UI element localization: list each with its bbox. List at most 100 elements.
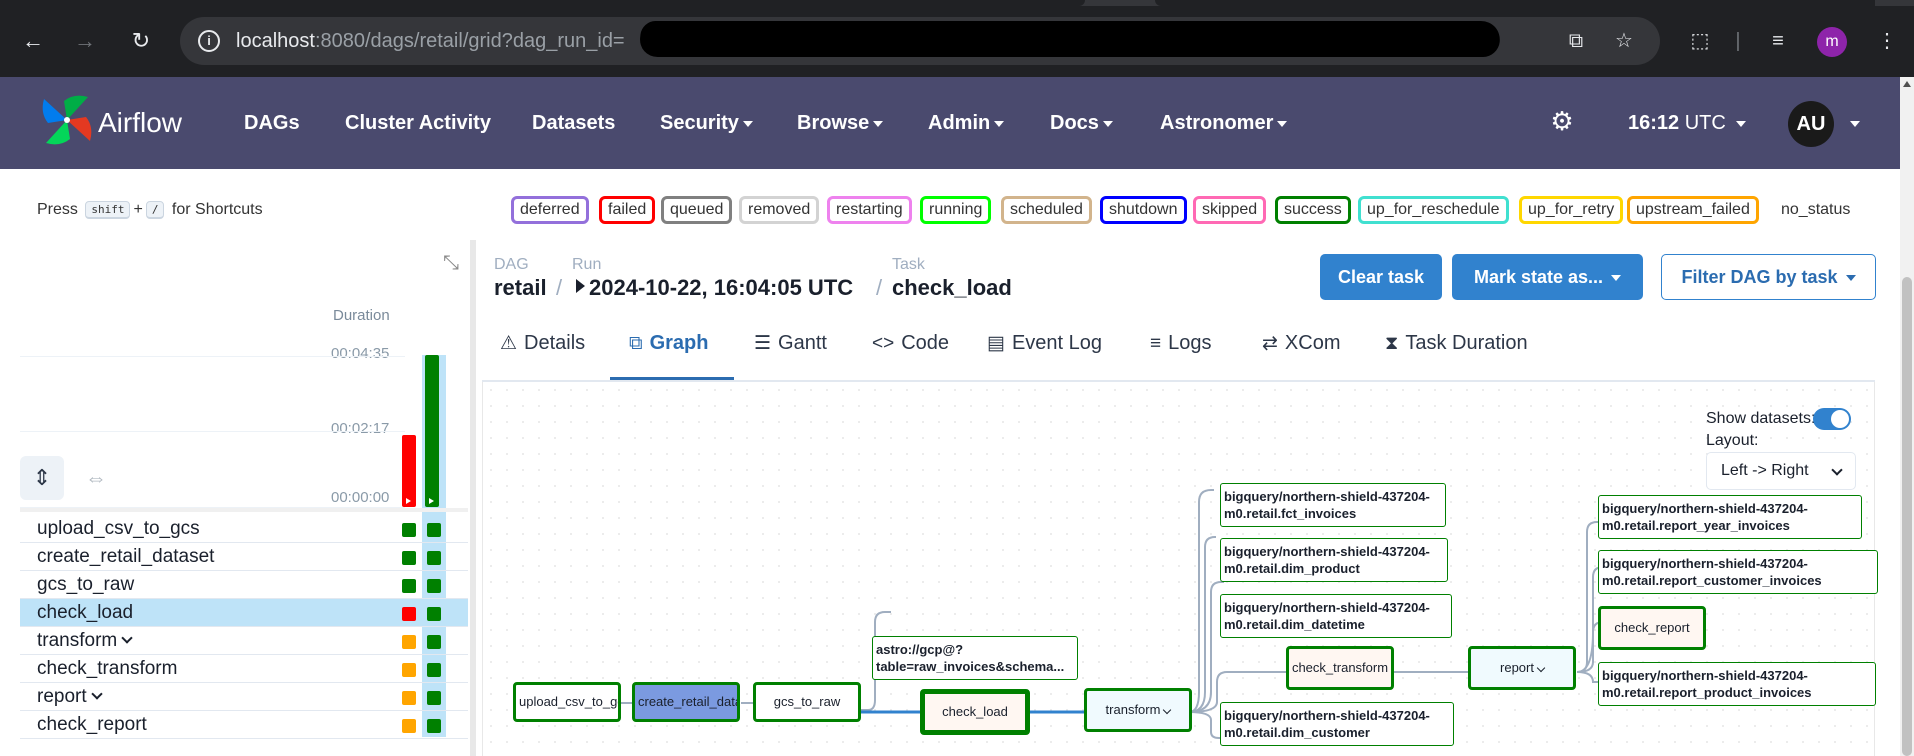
node-upload-csv-to-gcs[interactable]: upload_csv_to_gcs: [513, 682, 621, 722]
bookmark-star-icon[interactable]: ☆: [1612, 29, 1636, 53]
task-instance-status[interactable]: [402, 607, 416, 621]
legend-scheduled[interactable]: scheduled: [1001, 196, 1092, 224]
node-check-load[interactable]: check_load: [920, 689, 1030, 735]
task-instance-status[interactable]: [427, 719, 441, 733]
node-dataset-dim-product[interactable]: bigquery/northern-shield-437204-m0.retai…: [1220, 538, 1448, 582]
site-info-icon[interactable]: i: [198, 30, 220, 52]
nav-browse[interactable]: Browse: [797, 112, 884, 135]
chevron-down-icon[interactable]: [90, 688, 103, 700]
task-instance-status[interactable]: [402, 579, 416, 593]
legend-deferred[interactable]: deferred: [511, 196, 589, 224]
brand-name[interactable]: Airflow: [98, 107, 182, 139]
nav-astronomer[interactable]: Astronomer: [1160, 112, 1288, 135]
legend-failed[interactable]: failed: [599, 196, 656, 224]
mark-state-button[interactable]: Mark state as...: [1452, 254, 1643, 300]
task-instance-status[interactable]: [402, 663, 416, 677]
chevron-down-icon[interactable]: [1850, 121, 1860, 127]
nav-security[interactable]: Security: [660, 112, 753, 135]
node-check-transform[interactable]: check_transform: [1286, 646, 1394, 690]
node-dataset-report-product[interactable]: bigquery/northern-shield-437204-m0.retai…: [1598, 662, 1876, 706]
node-dataset-fct-invoices[interactable]: bigquery/northern-shield-437204-m0.retai…: [1220, 483, 1446, 527]
nav-docs[interactable]: Docs: [1050, 112, 1113, 135]
forward-arrow-icon[interactable]: →: [70, 26, 100, 56]
task-row-upload-csv-to-gcs[interactable]: upload_csv_to_gcs: [20, 515, 468, 543]
legend-shutdown[interactable]: shutdown: [1100, 196, 1187, 224]
task-instance-status[interactable]: [427, 579, 441, 593]
node-dataset-report-year[interactable]: bigquery/northern-shield-437204-m0.retai…: [1598, 495, 1862, 539]
task-row-check-transform[interactable]: check_transform: [20, 655, 468, 683]
expand-all-icon[interactable]: ⇕: [20, 456, 64, 500]
breadcrumb-dag-value[interactable]: retail: [494, 275, 547, 301]
url-text[interactable]: localhost:8080/dags/retail/grid?dag_run_…: [236, 30, 625, 53]
task-instance-status[interactable]: [402, 523, 416, 537]
collapse-all-icon[interactable]: ⇔: [74, 456, 118, 500]
translate-icon[interactable]: ⧉: [1564, 29, 1588, 53]
node-create-retail-dataset[interactable]: create_retail_dataset: [632, 682, 740, 722]
tab-details[interactable]: ⚠ Details: [500, 332, 585, 355]
breadcrumb-task-value[interactable]: check_load: [892, 275, 1012, 301]
layout-select[interactable]: Left -> Right: [1706, 452, 1856, 490]
media-queue-icon[interactable]: ≡: [1763, 26, 1793, 56]
panel-resize-handle[interactable]: [470, 240, 476, 756]
clear-task-button[interactable]: Clear task: [1320, 254, 1442, 300]
run-duration-bar[interactable]: [425, 355, 439, 507]
node-report-group[interactable]: report: [1468, 646, 1576, 690]
task-row-create-retail-dataset[interactable]: create_retail_dataset: [20, 543, 468, 571]
task-instance-status[interactable]: [427, 523, 441, 537]
task-instance-status[interactable]: [402, 551, 416, 565]
legend-up-for-reschedule[interactable]: up_for_reschedule: [1358, 196, 1509, 224]
task-row-check-report[interactable]: check_report: [20, 711, 468, 739]
show-datasets-toggle[interactable]: [1813, 408, 1851, 430]
node-gcs-to-raw[interactable]: gcs_to_raw: [753, 682, 861, 722]
legend-upstream-failed[interactable]: upstream_failed: [1627, 196, 1759, 224]
legend-skipped[interactable]: skipped: [1193, 196, 1267, 224]
task-instance-status[interactable]: [402, 635, 416, 649]
task-instance-status[interactable]: [427, 635, 441, 649]
task-row-report[interactable]: report: [20, 683, 468, 711]
legend-up-for-retry[interactable]: up_for_retry: [1519, 196, 1624, 224]
task-row-gcs-to-raw[interactable]: gcs_to_raw: [20, 571, 468, 599]
profile-avatar[interactable]: m: [1817, 27, 1847, 57]
back-arrow-icon[interactable]: ←: [18, 26, 48, 56]
legend-success[interactable]: success: [1275, 196, 1351, 224]
nav-datasets[interactable]: Datasets: [532, 112, 615, 135]
scroll-up-arrow-icon[interactable]: [1903, 81, 1911, 87]
nav-dags[interactable]: DAGs: [244, 112, 300, 135]
tab-graph[interactable]: ⧉ Graph: [629, 332, 708, 355]
tab-code[interactable]: <> Code: [872, 332, 949, 355]
task-row-transform[interactable]: transform: [20, 627, 468, 655]
extensions-icon[interactable]: ⬚: [1685, 26, 1715, 56]
tab-event-log[interactable]: ▤ Event Log: [987, 332, 1102, 355]
nav-cluster-activity[interactable]: Cluster Activity: [345, 112, 491, 135]
node-dataset-dim-customer[interactable]: bigquery/northern-shield-437204-m0.retai…: [1220, 702, 1454, 746]
collapse-panel-icon[interactable]: ⤡: [440, 252, 462, 274]
legend-restarting[interactable]: restarting: [827, 196, 912, 224]
task-instance-status[interactable]: [427, 663, 441, 677]
tab-logs[interactable]: ≡ Logs: [1150, 332, 1211, 355]
page-scrollbar[interactable]: [1900, 77, 1914, 756]
tab-gantt[interactable]: ☰ Gantt: [754, 332, 827, 355]
legend-queued[interactable]: queued: [661, 196, 733, 224]
tab-xcom[interactable]: ⇄ XCom: [1262, 332, 1341, 355]
gear-icon[interactable]: ⚙: [1548, 107, 1576, 135]
breadcrumb-run-value[interactable]: 2024-10-22, 16:04:05 UTC: [576, 275, 853, 301]
task-instance-status[interactable]: [427, 551, 441, 565]
node-dataset-dim-datetime[interactable]: bigquery/northern-shield-437204-m0.retai…: [1220, 594, 1452, 638]
task-row-check-load[interactable]: check_load: [20, 599, 468, 627]
run-duration-bar[interactable]: [402, 435, 416, 507]
clock-timezone-menu[interactable]: 16:12 UTC: [1628, 112, 1746, 135]
address-bar[interactable]: i localhost:8080/dags/retail/grid?dag_ru…: [180, 17, 1660, 65]
task-instance-status[interactable]: [402, 691, 416, 705]
kebab-menu-icon[interactable]: ⋮: [1872, 26, 1902, 56]
task-instance-status[interactable]: [402, 719, 416, 733]
nav-admin[interactable]: Admin: [928, 112, 1005, 135]
node-dataset-raw-invoices[interactable]: astro://gcp@?table=raw_invoices&schema..…: [872, 636, 1078, 680]
legend-no-status[interactable]: no_status: [1772, 196, 1860, 224]
node-dataset-report-customer[interactable]: bigquery/northern-shield-437204-m0.retai…: [1598, 550, 1878, 594]
dag-graph-canvas[interactable]: Show datasets: Layout: Left -> Right upl…: [482, 382, 1878, 756]
legend-removed[interactable]: removed: [739, 196, 820, 224]
scrollbar-thumb[interactable]: [1902, 277, 1912, 756]
reload-icon[interactable]: ↻: [126, 26, 156, 56]
task-instance-status[interactable]: [427, 691, 441, 705]
legend-running[interactable]: running: [920, 196, 992, 224]
